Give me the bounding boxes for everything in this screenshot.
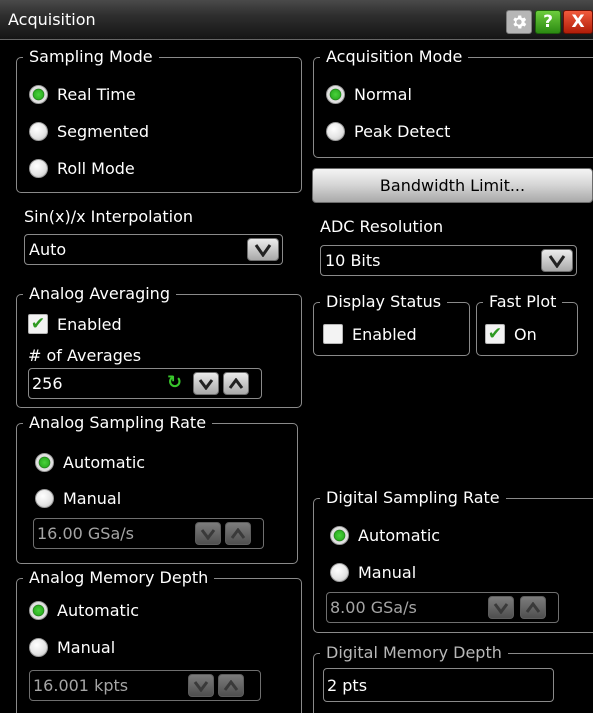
radio-selected-icon: [29, 601, 48, 620]
spin-down-button[interactable]: [193, 372, 219, 395]
radio-unselected-icon: [330, 563, 349, 582]
fast-plot-legend: Fast Plot: [489, 292, 557, 311]
help-icon: ?: [543, 12, 553, 32]
analog-rate-field[interactable]: 16.00 GSa/s: [33, 518, 264, 549]
chevron-down-icon: [200, 528, 216, 540]
chevron-up-icon: [230, 527, 246, 539]
chevron-up-icon: [525, 601, 541, 613]
radio-normal[interactable]: Normal: [326, 85, 412, 104]
analog-depth-manual-radio[interactable]: Manual: [29, 638, 115, 657]
spin-up-button[interactable]: [520, 596, 546, 619]
interpolation-value: Auto: [29, 240, 67, 259]
adc-resolution-value: 10 Bits: [325, 251, 381, 270]
radio-peak-detect-label: Peak Detect: [354, 122, 451, 141]
spin-up-button[interactable]: [218, 674, 244, 697]
radio-unselected-icon: [35, 489, 54, 508]
chevron-down-icon: [254, 243, 272, 257]
display-status-legend: Display Status: [326, 292, 442, 311]
refresh-icon[interactable]: ↻: [167, 372, 182, 393]
fast-plot-checkbox[interactable]: ✔ On: [485, 324, 537, 344]
chevron-down-icon: [493, 602, 509, 614]
analog-rate-automatic-radio[interactable]: Automatic: [35, 453, 145, 472]
spin-down-button[interactable]: [188, 674, 214, 697]
digital-rate-field[interactable]: 8.00 GSa/s: [326, 592, 559, 623]
gear-icon: [513, 15, 527, 29]
analog-rate-manual-radio[interactable]: Manual: [35, 489, 121, 508]
radio-peak-detect[interactable]: Peak Detect: [326, 122, 450, 141]
radio-roll-mode-label: Roll Mode: [57, 159, 135, 178]
close-icon: X: [571, 12, 585, 32]
digital-rate-automatic-label: Automatic: [358, 526, 441, 545]
radio-unselected-icon: [29, 638, 48, 657]
dropdown-button[interactable]: [247, 238, 279, 261]
window-title: Acquisition: [8, 10, 96, 29]
analog-rate-value: 16.00 GSa/s: [37, 524, 134, 543]
radio-roll-mode[interactable]: Roll Mode: [29, 159, 135, 178]
radio-selected-icon: [35, 453, 54, 472]
radio-unselected-icon: [29, 122, 48, 141]
display-status-checkbox[interactable]: Enabled: [323, 324, 417, 344]
interpolation-label: Sin(x)/x Interpolation: [24, 207, 194, 226]
bandwidth-limit-button[interactable]: Bandwidth Limit...: [312, 168, 593, 203]
checkmark-icon: ✔: [28, 314, 48, 334]
checkmark-icon: ✔: [485, 324, 505, 344]
radio-segmented-label: Segmented: [57, 122, 149, 141]
fast-plot-label: On: [514, 324, 537, 344]
analog-rate-automatic-label: Automatic: [63, 453, 146, 472]
digital-memory-depth-legend: Digital Memory Depth: [326, 643, 502, 662]
analog-depth-manual-label: Manual: [57, 638, 116, 657]
averages-count-value: 256: [32, 374, 63, 393]
averaging-enabled-checkbox[interactable]: ✔ Enabled: [28, 314, 122, 334]
radio-segmented[interactable]: Segmented: [29, 122, 149, 141]
adc-resolution-label: ADC Resolution: [320, 217, 444, 236]
help-button[interactable]: ?: [535, 10, 561, 34]
averages-count-label: # of Averages: [28, 346, 142, 365]
radio-selected-icon: [330, 526, 349, 545]
radio-real-time[interactable]: Real Time: [29, 85, 136, 104]
analog-depth-automatic-label: Automatic: [57, 601, 140, 620]
radio-unselected-icon: [326, 122, 345, 141]
radio-unselected-icon: [29, 159, 48, 178]
dropdown-button[interactable]: [541, 249, 573, 272]
interpolation-dropdown[interactable]: Auto: [24, 234, 283, 265]
radio-selected-icon: [326, 85, 345, 104]
spin-up-button[interactable]: [223, 372, 249, 395]
analog-rate-manual-label: Manual: [63, 489, 122, 508]
radio-real-time-label: Real Time: [57, 85, 136, 104]
analog-averaging-legend: Analog Averaging: [29, 284, 170, 303]
acquisition-mode-legend: Acquisition Mode: [326, 47, 463, 66]
sampling-mode-legend: Sampling Mode: [29, 47, 153, 66]
digital-rate-automatic-radio[interactable]: Automatic: [330, 526, 440, 545]
digital-rate-manual-radio[interactable]: Manual: [330, 563, 416, 582]
title-bar: Acquisition ? X: [0, 0, 593, 40]
analog-sampling-rate-legend: Analog Sampling Rate: [29, 413, 207, 432]
digital-rate-value: 8.00 GSa/s: [330, 598, 417, 617]
chevron-down-icon: [193, 680, 209, 692]
chevron-up-icon: [228, 377, 244, 389]
digital-sampling-rate-legend: Digital Sampling Rate: [326, 488, 500, 507]
spin-down-button[interactable]: [195, 522, 221, 545]
chevron-up-icon: [223, 679, 239, 691]
digital-rate-manual-label: Manual: [358, 563, 417, 582]
analog-depth-automatic-radio[interactable]: Automatic: [29, 601, 139, 620]
checkbox-unchecked-icon: [323, 324, 343, 344]
chevron-down-icon: [198, 378, 214, 390]
analog-depth-field[interactable]: 16.001 kpts: [29, 670, 261, 701]
spin-up-button[interactable]: [225, 522, 251, 545]
digital-depth-value: 2 pts: [327, 675, 368, 695]
analog-depth-value: 16.001 kpts: [33, 676, 129, 695]
averaging-enabled-label: Enabled: [57, 314, 122, 334]
radio-normal-label: Normal: [354, 85, 412, 104]
digital-depth-field[interactable]: 2 pts: [323, 668, 554, 702]
analog-memory-depth-legend: Analog Memory Depth: [29, 568, 209, 587]
adc-resolution-dropdown[interactable]: 10 Bits: [320, 245, 577, 276]
radio-selected-icon: [29, 85, 48, 104]
averages-count-field[interactable]: 256 ↻: [28, 368, 262, 399]
chevron-down-icon: [548, 254, 566, 268]
spin-down-button[interactable]: [488, 596, 514, 619]
close-button[interactable]: X: [563, 10, 593, 34]
settings-button[interactable]: [506, 10, 532, 34]
display-status-label: Enabled: [352, 324, 417, 344]
